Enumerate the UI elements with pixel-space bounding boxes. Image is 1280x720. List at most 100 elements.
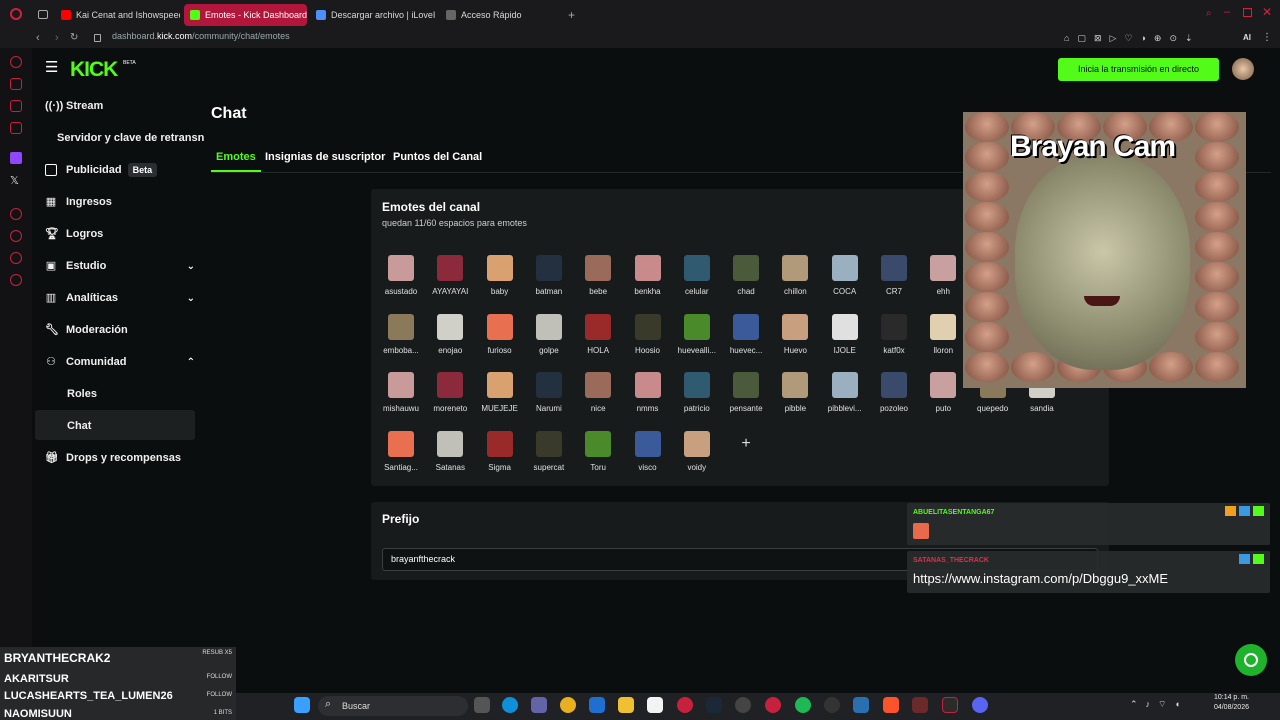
kick-logo[interactable]: KICK xyxy=(70,58,118,82)
discord-icon[interactable] xyxy=(972,697,988,713)
sidebar-item-stream-key[interactable]: Servidor y clave de retransn xyxy=(57,128,204,148)
emote-item[interactable]: emboba... xyxy=(377,313,425,355)
sidebar-item-studio[interactable]: ▣ Estudio ⌄ xyxy=(45,256,195,276)
emote-item[interactable]: golpe xyxy=(525,313,573,355)
minimize-button[interactable]: – xyxy=(1224,6,1230,18)
opera-gx-icon[interactable] xyxy=(677,697,693,713)
emote-item[interactable]: nmms xyxy=(624,372,672,413)
sidebar-item-income[interactable]: ▦ Ingresos xyxy=(45,192,112,212)
emote-item[interactable]: furioso xyxy=(476,313,524,355)
emote-item[interactable]: MUEJEJE xyxy=(476,372,524,413)
tab-subscriber-badges[interactable]: Insignias de suscriptor xyxy=(265,151,385,163)
emote-item[interactable]: baby xyxy=(476,255,524,296)
sidebar-item-chat[interactable]: Chat xyxy=(67,416,91,436)
sidebar-item-analytics[interactable]: ▥ Analíticas ⌄ xyxy=(45,288,195,308)
emote-item[interactable]: CR7 xyxy=(870,255,918,296)
sidebar-item-achievements[interactable]: 🏆︎ Logros xyxy=(45,224,103,244)
extensions-icon[interactable] xyxy=(10,252,22,264)
help-button[interactable] xyxy=(1235,644,1267,676)
emote-item[interactable]: Sigma xyxy=(476,431,524,472)
messenger-icon[interactable] xyxy=(10,100,22,112)
emote-item[interactable]: IJOLE xyxy=(821,313,869,355)
spotify-icon[interactable] xyxy=(795,697,811,713)
add-emote-button[interactable]: + xyxy=(722,435,770,453)
go-live-button[interactable]: Inicia la transmisión en directo xyxy=(1058,58,1219,81)
settings-icon[interactable] xyxy=(10,274,22,286)
emote-item[interactable]: pibble xyxy=(771,372,819,413)
tab-channel-points[interactable]: Puntos del Canal xyxy=(393,151,482,163)
app-icon[interactable] xyxy=(735,697,751,713)
aria-icon[interactable] xyxy=(10,56,22,68)
emote-item[interactable]: COCA xyxy=(821,255,869,296)
tab-speed-dial[interactable]: Acceso Rápido xyxy=(440,4,550,26)
extensions-toolbar[interactable]: ⌂▢⊠▷♡◑⊕⊙⇣ xyxy=(1064,33,1201,44)
emote-item[interactable]: AYAYAYAI xyxy=(426,255,474,296)
app-icon[interactable] xyxy=(942,697,958,713)
emote-item[interactable]: katf0x xyxy=(870,313,918,355)
windows-start-icon[interactable] xyxy=(294,697,310,713)
tab-emotes[interactable]: Emotes xyxy=(216,151,256,163)
emote-item[interactable]: chad xyxy=(722,255,770,296)
emote-item[interactable]: pozoleo xyxy=(870,372,918,413)
back-icon[interactable]: ‹ xyxy=(36,32,40,44)
app-icon[interactable] xyxy=(853,697,869,713)
emote-item[interactable]: visco xyxy=(624,431,672,472)
emote-item[interactable]: chillon xyxy=(771,255,819,296)
maximize-button[interactable] xyxy=(1243,8,1252,17)
tab-ilovepdf[interactable]: Descargar archivo | iLoveI xyxy=(310,4,435,26)
edge-icon[interactable] xyxy=(502,697,518,713)
forward-icon[interactable]: › xyxy=(55,32,59,44)
sidebar-item-stream[interactable]: ((·)) Stream xyxy=(45,96,103,116)
close-button[interactable]: ✕ xyxy=(1262,5,1272,19)
emote-item[interactable]: Satanas xyxy=(426,431,474,472)
reload-icon[interactable]: ↻ xyxy=(70,32,78,43)
emote-item[interactable]: bebe xyxy=(574,255,622,296)
opera-icon[interactable] xyxy=(765,697,781,713)
emote-item[interactable]: Santiag... xyxy=(377,431,425,472)
menu-icon[interactable]: ⋮ xyxy=(1262,32,1272,43)
emote-item[interactable]: asustado xyxy=(377,255,425,296)
avatar[interactable] xyxy=(1232,58,1254,80)
hamburger-menu-icon[interactable]: ☰ xyxy=(45,60,58,75)
store-icon[interactable] xyxy=(647,697,663,713)
taskbar-search[interactable]: Buscar xyxy=(318,696,468,716)
mail-icon[interactable] xyxy=(589,697,605,713)
emote-item[interactable]: huevealli... xyxy=(673,313,721,355)
folder-icon[interactable] xyxy=(618,697,634,713)
emote-item[interactable]: lloron xyxy=(919,313,967,355)
twitch-icon[interactable] xyxy=(10,152,22,164)
emote-item[interactable]: celular xyxy=(673,255,721,296)
sidebar-item-community[interactable]: ⚇ Comunidad ⌃ xyxy=(45,352,195,372)
app-icon[interactable] xyxy=(912,697,928,713)
system-tray[interactable]: ⌃♪⌔◖ xyxy=(1130,699,1188,710)
ccleaner-icon[interactable] xyxy=(824,697,840,713)
player-icon[interactable] xyxy=(10,208,22,220)
taskbar-clock[interactable]: 10:14 p. m. 04/08/2026 xyxy=(1205,693,1249,713)
bag-icon[interactable] xyxy=(10,78,22,90)
chrome-icon[interactable] xyxy=(560,697,576,713)
tab-youtube[interactable]: Kai Cenat and Ishowspeed xyxy=(55,4,180,26)
emote-item[interactable]: Hoosio xyxy=(624,313,672,355)
teams-icon[interactable] xyxy=(531,697,547,713)
brave-icon[interactable] xyxy=(883,697,899,713)
steam-icon[interactable] xyxy=(706,697,722,713)
opera-logo-icon[interactable] xyxy=(10,8,22,20)
emote-item[interactable]: benkha xyxy=(624,255,672,296)
search-tabs-icon[interactable]: ⌕ xyxy=(1206,8,1212,19)
emote-item[interactable]: nice xyxy=(574,372,622,413)
emote-item[interactable]: huevec... xyxy=(722,313,770,355)
emote-item[interactable]: patricio xyxy=(673,372,721,413)
task-view-icon[interactable] xyxy=(474,697,490,713)
sidebar-item-ads[interactable]: Publicidad Beta xyxy=(45,160,158,180)
ai-button[interactable]: AI xyxy=(1243,33,1251,42)
x-icon[interactable]: 𝕏 xyxy=(10,174,19,187)
sidebar-item-roles[interactable]: Roles xyxy=(67,384,97,404)
emote-item[interactable]: Huevo xyxy=(771,313,819,355)
emote-item[interactable]: enojao xyxy=(426,313,474,355)
tab-list-icon[interactable] xyxy=(38,10,48,19)
emote-item[interactable]: Toru xyxy=(574,431,622,472)
emote-item[interactable]: moreneto xyxy=(426,372,474,413)
emote-item[interactable]: voidy xyxy=(673,431,721,472)
instagram-icon[interactable] xyxy=(10,122,22,134)
new-tab-button[interactable]: + xyxy=(568,8,575,22)
